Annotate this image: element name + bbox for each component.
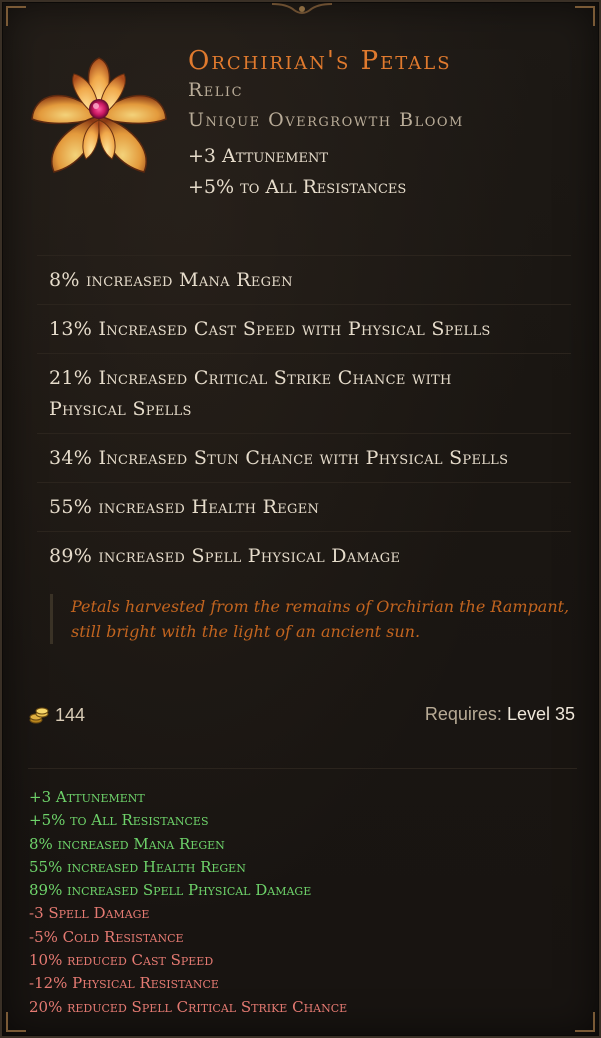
affix-row: 55% increased Health Regen <box>37 482 571 531</box>
comparison-stat-positive: +5% to All Resistances <box>29 811 209 830</box>
affix-text: 13% Increased Cast Speed with Physical S… <box>49 317 491 340</box>
lore-text: Petals harvested from the remains of Orc… <box>50 594 575 644</box>
item-name: Orchirian's Petals <box>188 46 452 76</box>
comparison-stat-positive: 8% increased Mana Regen <box>29 834 225 853</box>
affix-list: 8% increased Mana Regen 13% Increased Ca… <box>37 255 571 580</box>
gold-coins-icon <box>29 707 49 724</box>
comparison-stat-negative: -5% Cold Resistance <box>29 927 184 946</box>
requires-label: Requires: <box>424 704 502 724</box>
frame-ornament <box>272 3 332 14</box>
comparison-stat-negative: -12% Physical Resistance <box>29 974 219 993</box>
section-divider <box>28 768 577 769</box>
item-type: Relic <box>188 79 244 101</box>
comparison-stat-negative: 20% reduced Spell Critical Strike Chance <box>29 997 348 1016</box>
affix-row: 21% Increased Critical Strike Chance wit… <box>37 353 571 433</box>
comparison-stat-positive: +3 Attunement <box>29 788 145 806</box>
affix-text: 34% Increased Stun Chance with Physical … <box>49 446 509 469</box>
comparison-stat-negative: 10% reduced Cast Speed <box>29 951 214 970</box>
item-tooltip: Orchirian's Petals Relic Unique Overgrow… <box>0 0 601 1038</box>
flower-relic-icon <box>24 54 174 184</box>
affix-row: 89% increased Spell Physical Damage <box>37 531 571 580</box>
affix-row: 34% Increased Stun Chance with Physical … <box>37 433 571 482</box>
comparison-list: +3 Attunement +5% to All Resistances 8% … <box>29 786 589 1019</box>
affix-row: 13% Increased Cast Speed with Physical S… <box>37 304 571 353</box>
affix-text: 21% Increased Critical Strike Chance wit… <box>49 366 452 420</box>
implicit-stat: +5% to All Resistances <box>188 176 407 198</box>
frame-corner <box>6 1012 26 1032</box>
level-requirement: Requires: Level 35 <box>425 704 575 725</box>
affix-text: 55% increased Health Regen <box>49 495 320 518</box>
implicit-stat: +3 Attunement <box>188 145 329 167</box>
comparison-stat-positive: 89% increased Spell Physical Damage <box>29 881 312 900</box>
gold-value: 144 <box>28 704 85 726</box>
item-subtype: Unique Overgrowth Bloom <box>188 109 464 131</box>
comparison-stat-positive: 55% increased Health Regen <box>29 857 246 876</box>
requires-level: Level 35 <box>506 704 575 724</box>
frame-corner <box>575 6 595 26</box>
affix-text: 8% increased Mana Regen <box>49 268 293 291</box>
affix-text: 89% increased Spell Physical Damage <box>49 544 401 567</box>
gold-amount: 144 <box>55 704 86 725</box>
comparison-stat-negative: -3 Spell Damage <box>29 904 150 923</box>
affix-row: 8% increased Mana Regen <box>37 255 571 304</box>
frame-corner <box>6 6 26 26</box>
